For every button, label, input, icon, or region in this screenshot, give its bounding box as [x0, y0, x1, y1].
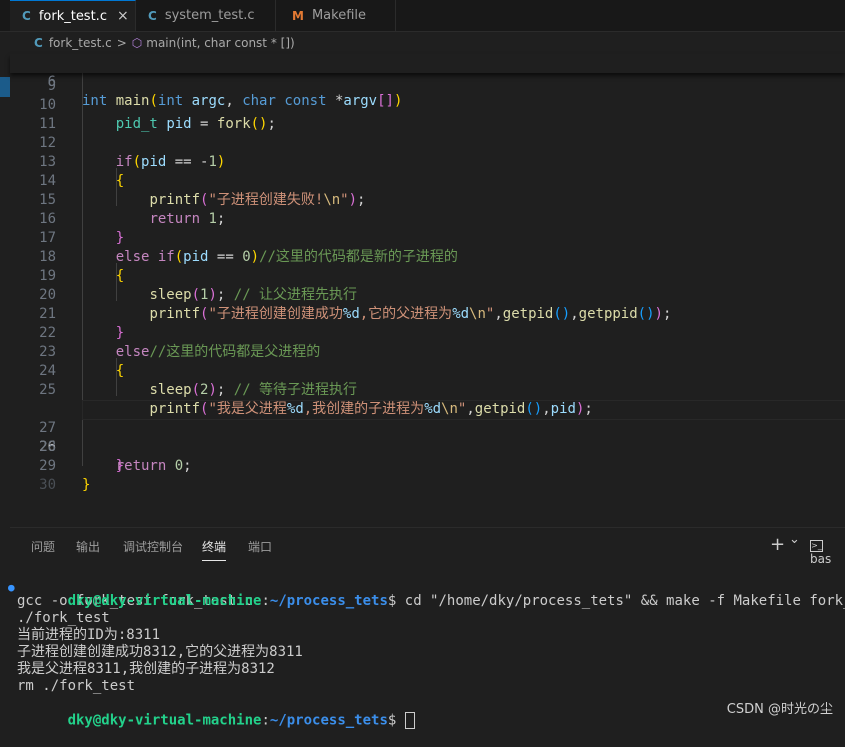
line-number: 6	[47, 74, 56, 90]
command-decoration-icon[interactable]: ●	[8, 579, 15, 596]
terminal-output-line: 当前进程的ID为:8311	[17, 627, 161, 643]
code-line: int main(int argc, char const *argv[])	[82, 93, 403, 109]
prompt-user: dky@dky-virtual-machine	[67, 712, 262, 729]
line-number: 12	[39, 135, 56, 151]
makefile-icon: M	[292, 8, 304, 23]
prompt-colon: :	[261, 593, 270, 609]
current-line-highlight	[82, 400, 845, 420]
line-number: 24	[39, 363, 56, 379]
add-terminal-icon[interactable]: +	[770, 534, 785, 555]
prompt-path: ~/process_tets	[269, 593, 388, 609]
bottom-panel: 问题 输出 调试控制台 终端 端口 + ⌄ >_ bas ● dky@dky-vi…	[8, 527, 845, 729]
c-file-icon: C	[22, 9, 31, 23]
prompt-path: ~/process_tets	[269, 712, 388, 729]
terminal-output[interactable]: ● dky@dky-virtual-machine:~/process_tets$…	[8, 576, 845, 729]
terminal-output-line: 我是父进程8311,我创建的子进程为8312	[17, 661, 275, 677]
current-line[interactable]: 26 }	[10, 400, 845, 474]
line-number: 28	[39, 439, 56, 455]
line-number: 29	[39, 458, 56, 474]
c-file-icon: C	[34, 36, 43, 50]
line-number: 15	[39, 192, 56, 208]
line-number: 30	[39, 477, 56, 493]
c-file-icon: C	[148, 8, 157, 23]
chevron-down-icon[interactable]: ⌄	[789, 532, 800, 547]
tab-ports[interactable]: 端口	[248, 538, 272, 555]
shell-label: bas	[810, 552, 832, 566]
tab-terminal[interactable]: 终端	[202, 538, 227, 561]
tab-label: Makefile	[311, 8, 366, 23]
terminal-command: cd "/home/dky/process_tets" && make -f M…	[404, 593, 845, 609]
line-number: 27	[39, 420, 56, 436]
prompt-colon: :	[261, 712, 270, 729]
line-number: 13	[39, 154, 56, 170]
terminal-shell-selector[interactable]: >_ bas	[810, 538, 845, 566]
tab-debug-console[interactable]: 调试控制台	[123, 538, 183, 555]
terminal-cursor[interactable]	[404, 712, 415, 729]
editor-tab-bar: C fork_test.c × C system_test.c M Makefi…	[0, 0, 845, 32]
tab-problems[interactable]: 问题	[31, 538, 55, 555]
terminal-icon: >_	[810, 539, 823, 552]
line-number: 20	[39, 287, 56, 303]
terminal-output-line: ./fork_test	[17, 610, 110, 626]
watermark: CSDN @时光の尘	[726, 702, 833, 717]
prompt-symbol: $	[387, 593, 405, 609]
breadcrumb-symbol[interactable]: main(int, char const * [])	[146, 36, 294, 50]
terminal-output-line: 子进程创建创建成功8312,它的父进程为8311	[17, 644, 303, 660]
line-number: 22	[39, 325, 56, 341]
line-number: 14	[39, 173, 56, 189]
line-number: 23	[39, 344, 56, 360]
line-number: 17	[39, 230, 56, 246]
scroll-position-marker	[0, 77, 10, 97]
breadcrumb-file[interactable]: fork_test.c	[49, 36, 112, 50]
line-number: 19	[39, 268, 56, 284]
line-number: 21	[39, 306, 56, 322]
breadcrumb-separator: >	[116, 36, 127, 50]
tab-makefile[interactable]: M Makefile	[276, 0, 396, 31]
panel-tab-bar: 问题 输出 调试控制台 终端 端口 + ⌄ >_ bas	[10, 528, 845, 566]
code-editor[interactable]: 6 int main(int argc, char const *argv[])…	[10, 54, 845, 526]
line-number: 25	[39, 382, 56, 398]
breadcrumb: C fork_test.c > ⬡ main(int, char const *…	[0, 32, 845, 54]
line-number: 18	[39, 249, 56, 265]
tab-output[interactable]: 输出	[76, 538, 100, 555]
tab-fork-test-c[interactable]: C fork_test.c ×	[10, 0, 136, 31]
terminal-output-line: rm ./fork_test	[17, 678, 136, 694]
tab-label: fork_test.c	[38, 8, 107, 24]
prompt-symbol: $	[387, 712, 405, 729]
line-number: 16	[39, 211, 56, 227]
close-icon[interactable]: ×	[117, 8, 129, 24]
sticky-scroll-header[interactable]: 6 int main(int argc, char const *argv[])	[10, 54, 845, 109]
tab-system-test-c[interactable]: C system_test.c	[136, 0, 276, 31]
tab-label: system_test.c	[164, 8, 255, 23]
symbol-method-icon: ⬡	[131, 36, 143, 50]
prompt-user: dky@dky-virtual-machine	[67, 593, 262, 609]
